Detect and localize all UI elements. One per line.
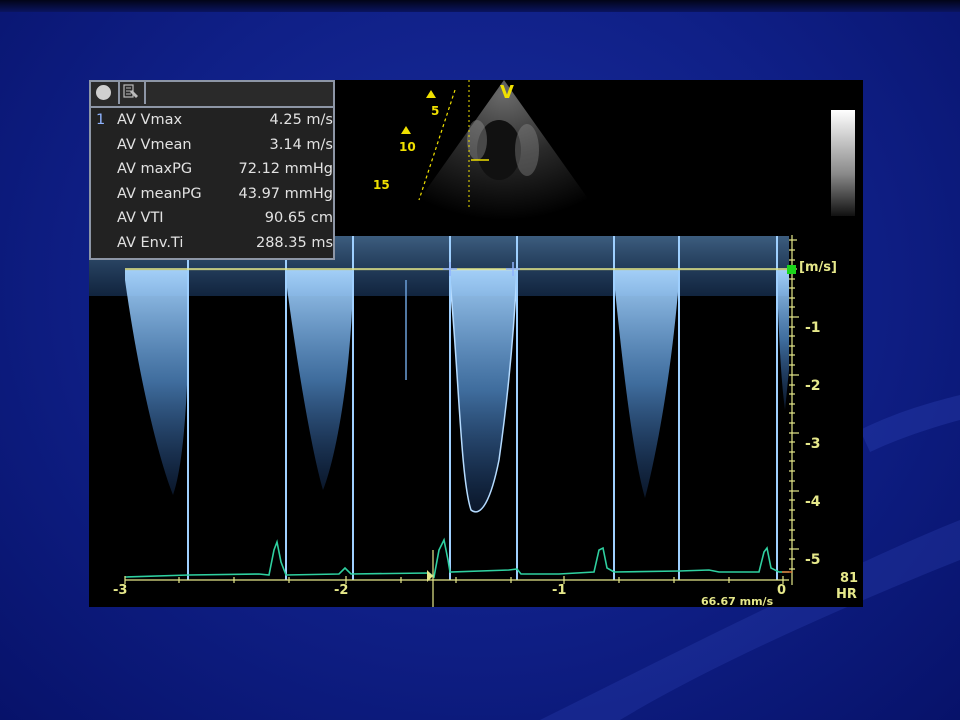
measurement-index: 1: [96, 112, 106, 128]
doppler-beat-3: [449, 269, 518, 513]
measurement-value: 288.35 ms: [255, 234, 333, 251]
velocity-tick-label: -5: [805, 552, 821, 568]
measurement-row[interactable]: AV Vmean 3.14 m/s: [91, 133, 333, 158]
time-tick-label: 0: [777, 583, 787, 598]
velocity-tick-label: -2: [805, 378, 821, 394]
doppler-beat-5: [777, 270, 789, 410]
time-tick-label: -1: [552, 583, 567, 598]
grayscale-bar: [831, 110, 855, 216]
measurement-label: AV Env.Ti: [117, 234, 184, 251]
depth-label-15: 15: [373, 178, 390, 192]
measurement-value: 72.12 mmHg: [238, 161, 333, 177]
measurement-panel: 1 AV Vmax 4.25 m/s AV Vmean 3.14 m/s AV …: [89, 80, 335, 260]
measurement-value: 90.65 cm: [264, 210, 333, 226]
measurement-row[interactable]: AV Env.Ti 288.35 ms: [91, 231, 333, 256]
measurement-value: 4.25 m/s: [269, 112, 333, 128]
depth-label-5: 5: [431, 104, 440, 118]
measurement-label: AV VTI: [117, 210, 164, 226]
record-icon[interactable]: [96, 85, 111, 100]
time-tick-label: -3: [113, 583, 128, 598]
measurement-toolbar: [91, 82, 333, 108]
measurement-label: AV Vmax: [117, 112, 183, 128]
heart-rate-value: 81: [840, 571, 859, 586]
depth-marker-icon: [426, 90, 436, 98]
measurement-value: 3.14 m/s: [269, 136, 333, 153]
doppler-beat-4: [614, 270, 679, 498]
heart-rate-label: HR: [836, 587, 857, 602]
time-tick-label: -2: [334, 583, 349, 598]
time-axis: [124, 576, 789, 584]
measurement-row[interactable]: AV maxPG 72.12 mmHg: [91, 157, 333, 182]
baseline-marker-icon[interactable]: [787, 265, 796, 274]
view-orientation-marker: V: [500, 82, 514, 103]
ecg-trace: [124, 537, 789, 579]
velocity-tick-label: -1: [805, 320, 821, 336]
ultrasound-display: V 5 10 15 1 AV Vmax 4.25 m/s AV Vmean 3.…: [89, 80, 863, 607]
settings-icon[interactable]: [118, 82, 146, 104]
measurement-row[interactable]: AV meanPG 43.97 mmHg: [91, 182, 333, 207]
depth-marker-icon: [401, 126, 411, 134]
depth-label-10: 10: [399, 140, 416, 154]
measurement-label: AV Vmean: [117, 136, 192, 153]
doppler-beat-2: [286, 270, 353, 490]
velocity-axis-ticks: [789, 235, 799, 585]
velocity-tick-label: -4: [805, 494, 821, 510]
velocity-unit-label: [m/s]: [799, 260, 837, 275]
doppler-beat-1: [125, 270, 189, 495]
measurement-row[interactable]: 1 AV Vmax 4.25 m/s: [91, 108, 333, 133]
slide-top-bar: [0, 0, 960, 12]
measurement-row[interactable]: AV VTI 90.65 cm: [91, 206, 333, 231]
measurement-label: AV maxPG: [117, 161, 193, 177]
measurement-value: 43.97 mmHg: [238, 185, 333, 202]
velocity-tick-label: -3: [805, 436, 821, 452]
measurement-label: AV meanPG: [117, 185, 202, 202]
sweep-speed: 66.67 mm/s: [701, 595, 774, 607]
